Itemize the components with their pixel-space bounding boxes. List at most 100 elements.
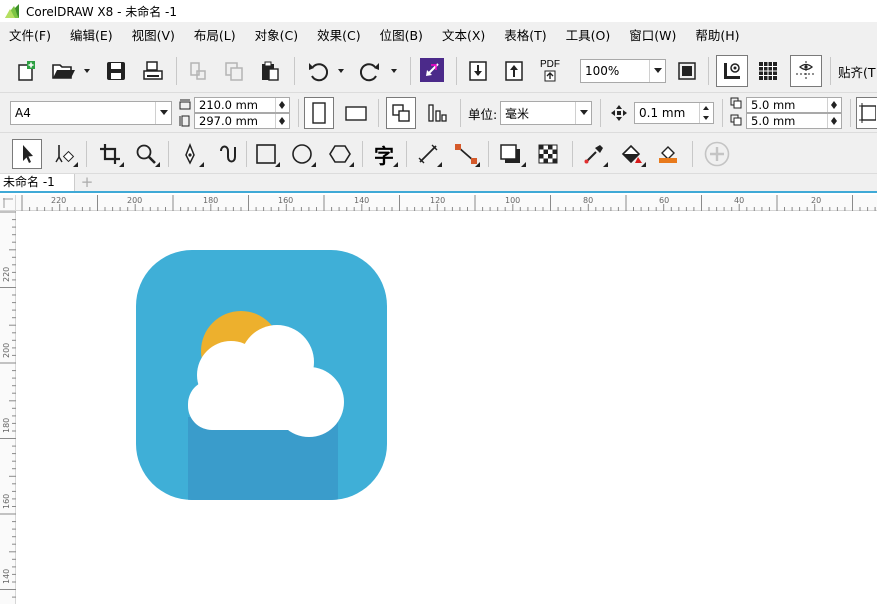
coreldraw-logo-icon	[5, 4, 19, 18]
duplicate-x-value: 5.0 mm	[751, 98, 796, 112]
page-frame-button[interactable]	[856, 97, 877, 129]
menu-view[interactable]: 视图(V)	[123, 25, 185, 44]
connector-flyout-corner[interactable]	[475, 162, 480, 167]
vertical-ruler[interactable]: 220 200 180 160 140	[0, 211, 16, 604]
units-value: 毫米	[505, 106, 530, 121]
pick-tool[interactable]	[12, 139, 42, 169]
eyedropper-flyout-corner[interactable]	[603, 162, 608, 167]
toolbar-separator	[722, 99, 723, 127]
snap-to-menu[interactable]: 贴齐(T	[838, 62, 876, 81]
portrait-icon	[312, 102, 326, 124]
undo-dropdown-arrow[interactable]	[338, 69, 344, 73]
save-icon	[107, 62, 125, 80]
export-icon	[505, 61, 523, 81]
ellipse-flyout-corner[interactable]	[311, 162, 316, 167]
open-button[interactable]	[50, 59, 78, 83]
menu-edit[interactable]: 编辑(E)	[61, 25, 123, 44]
add-tool-button[interactable]	[702, 139, 732, 169]
menu-file[interactable]: 文件(F)	[0, 25, 61, 44]
polygon-flyout-corner[interactable]	[349, 162, 354, 167]
menu-bitmaps[interactable]: 位图(B)	[371, 25, 433, 44]
export-button[interactable]	[502, 59, 526, 83]
menu-window[interactable]: 窗口(W)	[620, 25, 686, 44]
show-grid-icon	[759, 62, 777, 80]
full-screen-preview-button[interactable]	[674, 59, 700, 83]
zoom-level-field[interactable]: 100%	[580, 59, 666, 83]
show-grid-button[interactable]	[754, 59, 782, 83]
nudge-distance-field[interactable]: 0.1 mm	[634, 102, 714, 124]
dimension-flyout-corner[interactable]	[437, 162, 442, 167]
page-height-field[interactable]: 297.0 mm	[194, 113, 290, 129]
duplicate-y-icon	[730, 114, 742, 126]
cut-button[interactable]	[186, 59, 210, 83]
save-button[interactable]	[104, 59, 128, 83]
page-size-select[interactable]: A4	[10, 101, 172, 125]
menu-tools[interactable]: 工具(O)	[557, 25, 621, 44]
drawing-canvas[interactable]	[17, 212, 877, 604]
shape-tool-icon	[55, 145, 75, 163]
nudge-distance-spinner[interactable]	[699, 103, 713, 123]
duplicate-y-field[interactable]: 5.0 mm	[746, 113, 842, 129]
horizontal-ruler[interactable]: 220 200 180 160 140 120 100 80 60 40 20	[0, 195, 877, 211]
weather-app-icon-artwork[interactable]	[17, 212, 877, 604]
units-select[interactable]: 毫米	[500, 101, 592, 125]
menu-help[interactable]: 帮助(H)	[686, 25, 749, 44]
publish-pdf-button[interactable]: PDF	[536, 58, 564, 84]
duplicate-y-spinner[interactable]	[827, 114, 841, 128]
crop-flyout-corner[interactable]	[119, 162, 124, 167]
redo-button[interactable]	[356, 59, 384, 83]
toolbar-separator	[456, 57, 457, 85]
toolbar-separator	[176, 57, 177, 85]
menu-layout[interactable]: 布局(L)	[185, 25, 246, 44]
show-guidelines-button[interactable]	[790, 55, 822, 87]
new-document-button[interactable]	[14, 59, 38, 83]
freehand-flyout-corner[interactable]	[199, 162, 204, 167]
ruler-origin-corner[interactable]	[0, 195, 16, 211]
page-frame-icon	[859, 103, 876, 123]
page-width-field[interactable]: 210.0 mm	[194, 97, 290, 113]
zoom-flyout-corner[interactable]	[155, 162, 160, 167]
smart-fill-tool[interactable]	[654, 141, 682, 167]
artistic-media-tool[interactable]	[214, 141, 242, 167]
transparency-tool[interactable]	[534, 141, 562, 167]
print-button[interactable]	[140, 59, 166, 83]
search-content-button[interactable]	[420, 58, 444, 82]
text-flyout-corner[interactable]	[393, 162, 398, 167]
full-screen-preview-icon	[678, 62, 696, 80]
all-pages-button[interactable]	[386, 97, 416, 129]
redo-dropdown-arrow[interactable]	[391, 69, 397, 73]
duplicate-x-field[interactable]: 5.0 mm	[746, 97, 842, 113]
duplicate-x-spinner[interactable]	[827, 98, 841, 112]
shadow-flyout-corner[interactable]	[521, 162, 526, 167]
landscape-button[interactable]	[340, 101, 372, 125]
h-ruler-label: 160	[278, 196, 294, 205]
units-dropdown-arrow[interactable]	[575, 102, 591, 124]
page-height-spinner[interactable]	[275, 114, 289, 128]
portrait-button[interactable]	[304, 97, 334, 129]
page-width-spinner[interactable]	[275, 98, 289, 112]
shape-flyout-corner[interactable]	[73, 162, 78, 167]
current-page-button[interactable]	[422, 101, 452, 125]
menu-effects[interactable]: 效果(C)	[308, 25, 370, 44]
copy-button[interactable]	[222, 59, 246, 83]
standard-toolbar: PDF 100% 贴齐(T	[0, 47, 877, 93]
crop-tool-icon	[100, 144, 120, 164]
document-tab-active[interactable]: 未命名 -1	[0, 174, 75, 191]
zoom-dropdown-arrow[interactable]	[649, 60, 665, 82]
undo-button[interactable]	[304, 59, 332, 83]
show-rulers-button[interactable]	[716, 55, 748, 87]
menu-object[interactable]: 对象(C)	[246, 25, 308, 44]
rectangle-flyout-corner[interactable]	[275, 162, 280, 167]
menu-text[interactable]: 文本(X)	[433, 25, 495, 44]
title-bar: CorelDRAW X8 - 未命名 -1	[0, 0, 877, 22]
h-ruler-label: 120	[430, 196, 446, 205]
page-size-dropdown-arrow[interactable]	[155, 102, 171, 124]
new-tab-plus-icon[interactable]: +	[78, 175, 96, 190]
paste-button[interactable]	[258, 59, 282, 83]
print-icon	[143, 61, 163, 80]
import-button[interactable]	[466, 59, 490, 83]
v-ruler-label: 200	[2, 342, 11, 358]
open-dropdown-arrow[interactable]	[84, 69, 90, 73]
menu-table[interactable]: 表格(T)	[495, 25, 556, 44]
fill-flyout-corner[interactable]	[641, 162, 646, 167]
